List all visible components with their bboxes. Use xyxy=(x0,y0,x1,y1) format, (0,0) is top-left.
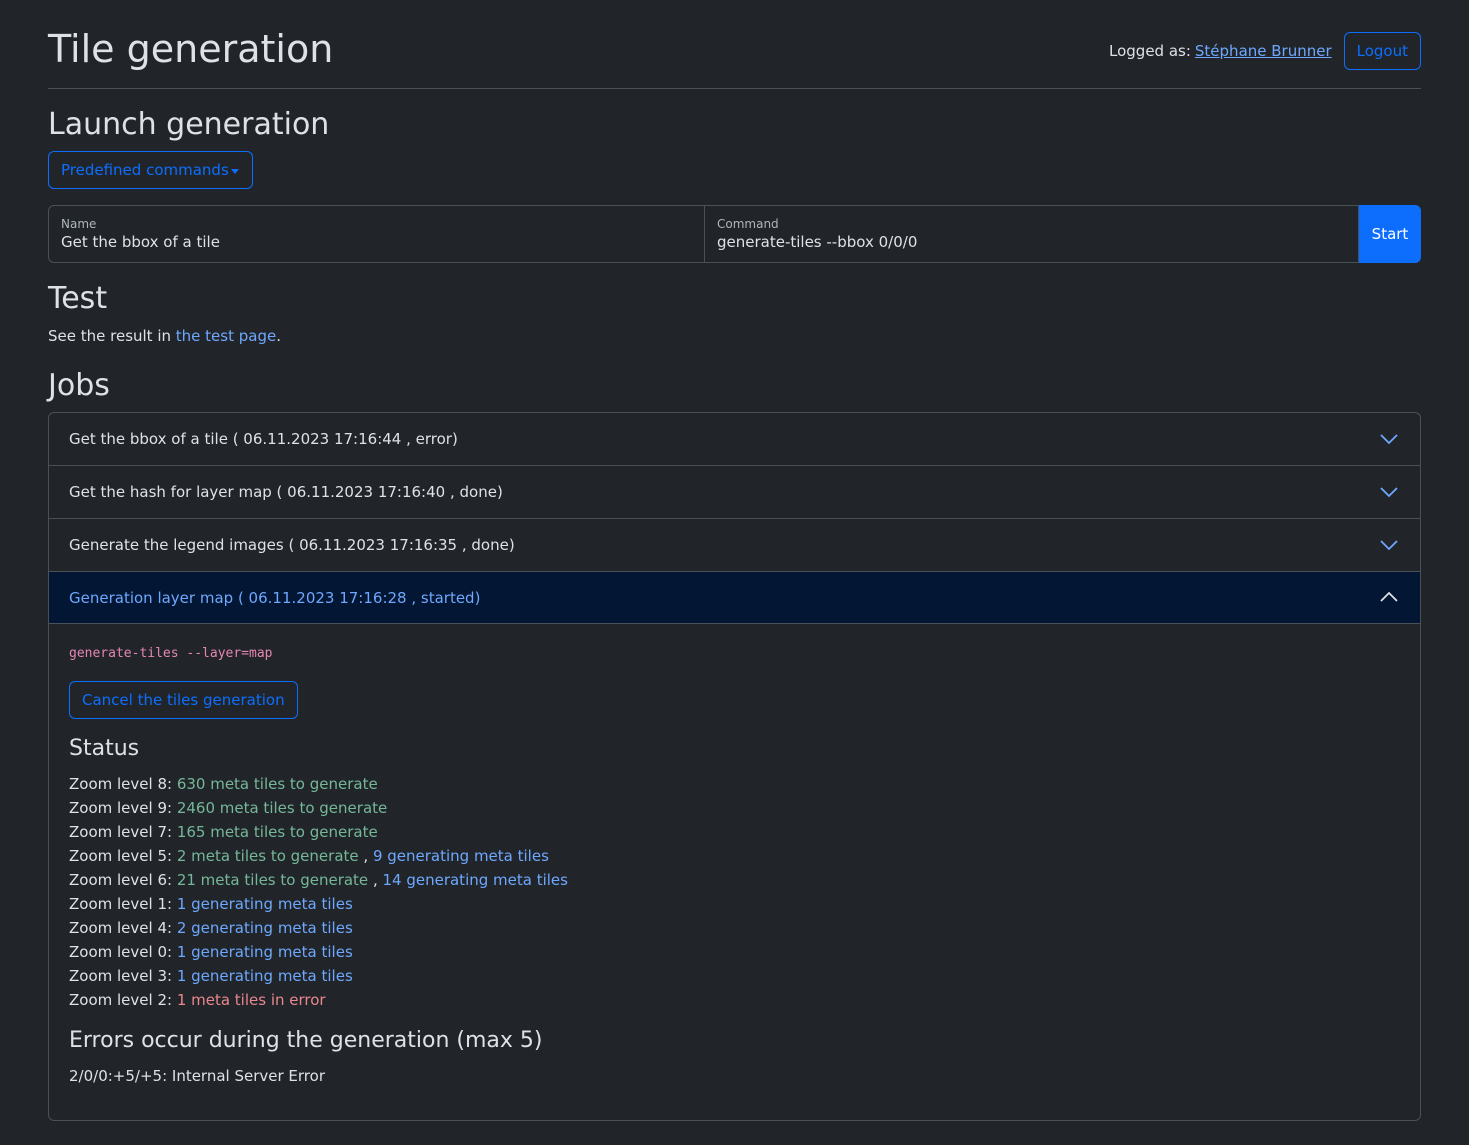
status-row: Zoom level 5: 2 meta tiles to generate ,… xyxy=(69,844,568,868)
status-generating: 9 generating meta tiles xyxy=(372,847,549,865)
test-text-after: . xyxy=(276,327,281,345)
status-level: Zoom level 5: xyxy=(69,847,177,865)
status-todo: 21 meta tiles to generate xyxy=(176,871,369,889)
user-name-link[interactable]: Stéphane Brunner xyxy=(1195,42,1332,60)
status-level: Zoom level 2: xyxy=(69,991,177,1009)
command-field: Command xyxy=(705,205,1359,263)
status-todo: 2 meta tiles to generate xyxy=(176,847,359,865)
job-item-label: Get the bbox of a tile ( 06.11.2023 17:1… xyxy=(69,430,458,448)
predefined-commands-label: Predefined commands xyxy=(61,161,229,179)
status-error: 1 meta tiles in error xyxy=(176,991,326,1009)
job-command: generate-tiles --layer=map xyxy=(69,646,273,661)
test-description: See the result in the test page. xyxy=(48,327,281,345)
status-row: Zoom level 1: 1 generating meta tiles xyxy=(69,892,568,916)
job-item-header[interactable]: Get the bbox of a tile ( 06.11.2023 17:1… xyxy=(49,413,1420,466)
status-row: Zoom level 7: 165 meta tiles to generate xyxy=(69,820,568,844)
chevron-down-icon xyxy=(1380,434,1398,445)
test-page-link[interactable]: the test page xyxy=(176,327,276,345)
job-item-label: Generation layer map ( 06.11.2023 17:16:… xyxy=(69,588,481,607)
caret-down-icon xyxy=(231,169,239,174)
status-heading: Status xyxy=(69,736,140,761)
page-title: Tile generation xyxy=(48,27,334,71)
job-item-header[interactable]: Generate the legend images ( 06.11.2023 … xyxy=(49,519,1420,572)
status-separator: , xyxy=(358,847,373,865)
status-row: Zoom level 6: 21 meta tiles to generate … xyxy=(69,868,568,892)
status-level: Zoom level 6: xyxy=(69,871,177,889)
name-label: Name xyxy=(61,217,97,231)
chevron-down-icon xyxy=(1380,540,1398,551)
page: Tile generation Logged as: Stéphane Brun… xyxy=(0,0,1469,1145)
page-header: Tile generation Logged as: Stéphane Brun… xyxy=(48,0,1421,89)
status-generating: 14 generating meta tiles xyxy=(382,871,568,889)
job-item-header-active[interactable]: Generation layer map ( 06.11.2023 17:16:… xyxy=(49,572,1420,624)
status-row: Zoom level 8: 630 meta tiles to generate xyxy=(69,772,568,796)
predefined-commands-dropdown[interactable]: Predefined commands xyxy=(48,151,253,189)
user-area: Logged as: Stéphane Brunner Logout xyxy=(1109,32,1421,70)
name-field: Name xyxy=(48,205,705,263)
status-list: Zoom level 8: 630 meta tiles to generate… xyxy=(69,772,568,1012)
status-level: Zoom level 0: xyxy=(69,943,177,961)
chevron-down-icon xyxy=(1380,487,1398,498)
chevron-up-icon xyxy=(1380,591,1398,602)
test-heading: Test xyxy=(48,281,108,316)
launch-heading: Launch generation xyxy=(48,107,330,142)
status-separator: , xyxy=(368,871,383,889)
status-level: Zoom level 4: xyxy=(69,919,177,937)
error-message: 2/0/0:+5/+5: Internal Server Error xyxy=(69,1067,325,1085)
status-row: Zoom level 0: 1 generating meta tiles xyxy=(69,940,568,964)
start-button[interactable]: Start xyxy=(1359,205,1421,263)
errors-heading: Errors occur during the generation (max … xyxy=(69,1028,543,1053)
name-input[interactable] xyxy=(61,233,692,251)
status-generating: 1 generating meta tiles xyxy=(176,967,353,985)
command-input[interactable] xyxy=(717,233,1346,251)
command-label: Command xyxy=(717,217,779,231)
jobs-heading: Jobs xyxy=(48,368,110,403)
job-item-label: Get the hash for layer map ( 06.11.2023 … xyxy=(69,483,503,501)
status-row: Zoom level 3: 1 generating meta tiles xyxy=(69,964,568,988)
status-row: Zoom level 2: 1 meta tiles in error xyxy=(69,988,568,1012)
cancel-generation-button[interactable]: Cancel the tiles generation xyxy=(69,681,298,719)
test-text-before: See the result in xyxy=(48,327,176,345)
status-level: Zoom level 9: xyxy=(69,799,177,817)
status-level: Zoom level 7: xyxy=(69,823,177,841)
status-todo: 2460 meta tiles to generate xyxy=(176,799,388,817)
status-row: Zoom level 4: 2 generating meta tiles xyxy=(69,916,568,940)
status-generating: 1 generating meta tiles xyxy=(176,895,353,913)
status-row: Zoom level 9: 2460 meta tiles to generat… xyxy=(69,796,568,820)
job-item-label: Generate the legend images ( 06.11.2023 … xyxy=(69,536,515,554)
logout-button[interactable]: Logout xyxy=(1343,32,1421,70)
status-level: Zoom level 8: xyxy=(69,775,177,793)
status-todo: 165 meta tiles to generate xyxy=(176,823,378,841)
job-details: generate-tiles --layer=map Cancel the ti… xyxy=(49,624,1420,1120)
status-level: Zoom level 3: xyxy=(69,967,177,985)
jobs-accordion: Get the bbox of a tile ( 06.11.2023 17:1… xyxy=(48,412,1421,1121)
job-item-header[interactable]: Get the hash for layer map ( 06.11.2023 … xyxy=(49,466,1420,519)
status-level: Zoom level 1: xyxy=(69,895,177,913)
status-generating: 2 generating meta tiles xyxy=(176,919,353,937)
logged-as-label: Logged as: xyxy=(1109,42,1191,60)
status-generating: 1 generating meta tiles xyxy=(176,943,353,961)
status-todo: 630 meta tiles to generate xyxy=(176,775,378,793)
command-input-group: Name Command Start xyxy=(48,205,1421,263)
